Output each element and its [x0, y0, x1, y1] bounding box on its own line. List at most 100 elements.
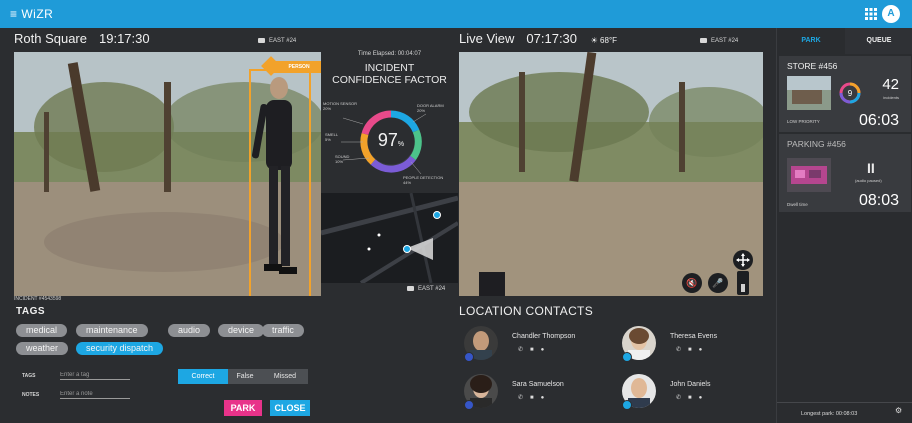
pause-icon[interactable]: II [867, 160, 875, 176]
false-button[interactable]: False [228, 369, 262, 384]
right-camera-title: Live View 07:17:30 ☀ 68°F [459, 31, 617, 46]
confidence-panel: Time Elapsed: 00:04:07 INCIDENT CONFIDEN… [321, 48, 458, 296]
left-camera-title: Roth Square 19:17:30 [14, 31, 150, 46]
dwell-label: Dwell time [787, 202, 808, 207]
detection-box[interactable]: PERSON [249, 56, 321, 296]
parking-thumbnail [787, 158, 831, 192]
location-name: Roth Square [14, 31, 87, 46]
phone-icon[interactable]: ✆ [676, 395, 688, 401]
location-icon[interactable]: ● [699, 347, 710, 353]
tags-input-label: TAGS [22, 373, 36, 379]
priority-label: LOW PRIORITY [787, 119, 820, 124]
contact-name: John Daniels [670, 381, 711, 388]
sidebar-footer: Longest park: 00:08:03 ⚙ [777, 402, 912, 423]
live-view-label: Live View [459, 31, 515, 46]
phone-icon[interactable]: ✆ [518, 347, 530, 353]
tag-chip-traffic[interactable]: traffic [262, 324, 304, 337]
store-card[interactable]: STORE #456 9 42 incidents LOW PRIORITY 0… [779, 56, 911, 132]
tab-queue[interactable]: QUEUE [845, 28, 912, 54]
incident-id: INCIDENT #4543598 [14, 296, 62, 302]
right-camera-time: 07:17:30 [526, 31, 578, 46]
store-timer: 06:03 [858, 112, 899, 129]
factor-door: DOOR ALARM 20% [417, 103, 444, 113]
camera-icon [700, 38, 707, 43]
app-brand[interactable]: ≡ WiZR [10, 7, 53, 21]
contact-name: Theresa Evens [670, 333, 718, 340]
tag-chip-maintenance[interactable]: maintenance [76, 324, 148, 337]
detection-tag: PERSON [261, 56, 321, 76]
store-card-title: STORE #456 [787, 61, 838, 71]
ring-seg-door [390, 110, 420, 133]
missed-button[interactable]: Missed [262, 369, 308, 384]
move-icon[interactable] [733, 250, 753, 270]
tag-chip-medical[interactable]: medical [16, 324, 68, 337]
message-icon[interactable]: ■ [530, 347, 541, 353]
tag-chip-device[interactable]: device [218, 324, 265, 337]
tag-chip-weather[interactable]: weather [16, 342, 69, 355]
contact-card[interactable]: Theresa Evens ✆■● [622, 326, 772, 366]
contact-actions: ✆■● [676, 394, 709, 401]
store-ring-value: 9 [848, 89, 853, 98]
main-area: Roth Square 19:17:30 EAST #24 PERSON INC… [0, 28, 776, 423]
message-icon[interactable]: ■ [530, 395, 541, 401]
contact-card[interactable]: Chandler Thompson ✆■● [464, 326, 614, 366]
contact-actions: ✆■● [518, 394, 551, 401]
minimap-camera-label: EAST #24 [407, 286, 445, 292]
mute-icon[interactable]: 🔇 [682, 273, 702, 293]
location-icon[interactable]: ● [541, 395, 552, 401]
incident-video[interactable]: PERSON [14, 52, 321, 296]
confidence-value: 97% [377, 130, 405, 150]
incident-count: 42 [882, 76, 899, 93]
phone-icon[interactable]: ✆ [676, 347, 688, 353]
location-icon[interactable]: ● [541, 347, 552, 353]
contact-name: Chandler Thompson [512, 333, 576, 340]
user-avatar[interactable]: A [882, 5, 900, 23]
confidence-title: INCIDENT CONFIDENCE FACTOR [332, 62, 447, 86]
contact-actions: ✆■● [676, 346, 709, 353]
minimap-canvas [321, 193, 458, 283]
contact-status-badge [622, 352, 632, 362]
factor-motion: MOTION SENSOR 20% [323, 101, 358, 111]
message-icon[interactable]: ■ [688, 347, 699, 353]
contact-card[interactable]: Sara Samuelson ✆■● [464, 374, 614, 414]
parking-timer: 08:03 [858, 192, 899, 209]
tag-chip-audio[interactable]: audio [168, 324, 211, 337]
contact-actions: ✆■● [518, 346, 551, 353]
volume-slider[interactable] [737, 271, 749, 295]
longest-park: Longest park: 00:08:03 [801, 411, 858, 417]
parking-card-title: PARKING #456 [787, 139, 846, 149]
contact-status-badge [622, 400, 632, 410]
contact-status-badge [464, 400, 474, 410]
note-input[interactable] [60, 389, 130, 399]
incident-count-label: incidents [883, 95, 899, 100]
tag-input[interactable] [60, 370, 130, 380]
message-icon[interactable]: ■ [688, 395, 699, 401]
parking-status: (audio paused) [855, 178, 882, 183]
left-camera-label: EAST #24 [258, 38, 296, 44]
left-camera-time: 19:17:30 [99, 31, 150, 46]
close-button[interactable]: CLOSE [270, 400, 310, 416]
time-elapsed: Time Elapsed: 00:04:07 [357, 51, 422, 57]
weather: ☀ 68°F [590, 36, 618, 45]
park-button[interactable]: PARK [224, 400, 262, 416]
notes-input-label: NOTES [22, 392, 40, 398]
live-video[interactable]: 🔇 🎤 [459, 52, 763, 296]
location-icon[interactable]: ● [699, 395, 710, 401]
gear-icon[interactable]: ⚙ [895, 406, 902, 415]
factor-smell: SMELL 5% [325, 132, 339, 142]
apps-grid-icon[interactable] [865, 8, 877, 20]
tag-chip-security-dispatch[interactable]: security dispatch [76, 342, 164, 355]
microphone-icon[interactable]: 🎤 [708, 273, 728, 293]
camera-icon [407, 286, 414, 291]
site-minimap[interactable] [321, 193, 458, 283]
parking-card[interactable]: PARKING #456 II (audio paused) Dwell tim… [779, 134, 911, 212]
phone-icon[interactable]: ✆ [518, 395, 530, 401]
live-video-frame [459, 52, 763, 296]
factor-sound: SOUND 10% [335, 154, 350, 164]
tab-park[interactable]: PARK [777, 28, 845, 54]
contacts-heading: LOCATION CONTACTS [459, 304, 593, 318]
contact-card[interactable]: John Daniels ✆■● [622, 374, 772, 414]
sun-icon: ☀ [590, 36, 598, 45]
camera-icon [258, 38, 265, 43]
correct-button[interactable]: Correct [178, 369, 228, 384]
